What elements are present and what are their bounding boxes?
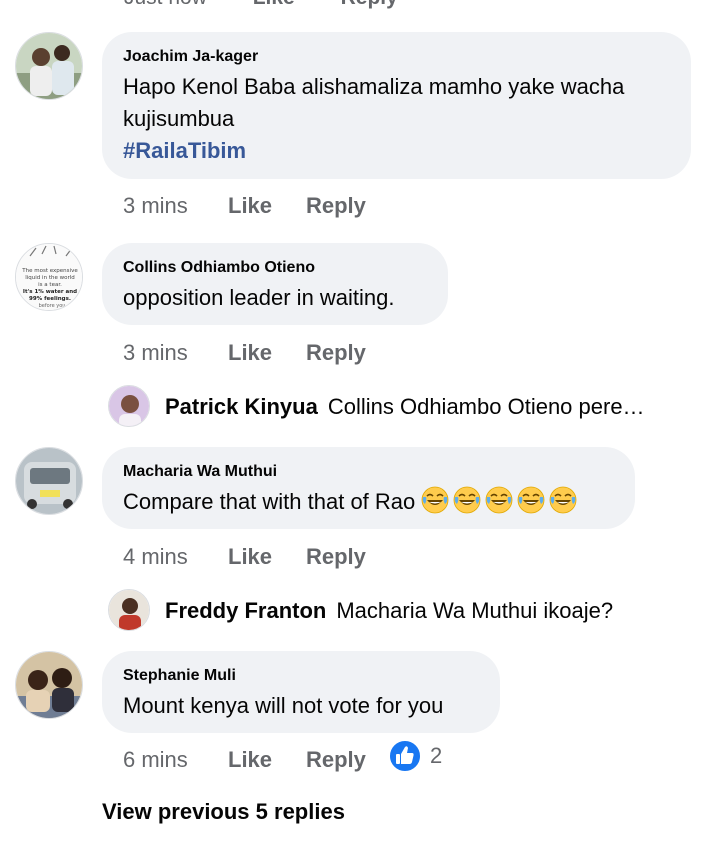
comment-author[interactable]: Collins Odhiambo Otieno: [123, 258, 426, 278]
reply-button[interactable]: Reply: [306, 544, 366, 569]
hashtag-link[interactable]: #RailaTibim: [123, 135, 669, 167]
comment-actions: 3 mins Like Reply: [123, 340, 366, 366]
comment-actions: 6 mins Like Reply: [123, 747, 366, 773]
reply-author[interactable]: Freddy Franton: [165, 598, 326, 623]
reply-preview-line: Freddy Franton Macharia Wa Muthui ikoaje?: [165, 598, 613, 624]
svg-text:is a tear.: is a tear.: [38, 282, 62, 288]
previous-reply-button[interactable]: Reply: [341, 0, 398, 9]
like-button[interactable]: Like: [228, 193, 306, 219]
laughing-emoji-icon: [549, 486, 577, 514]
comment-actions: 3 mins Like Reply: [123, 193, 366, 219]
svg-text:The most expensive: The most expensive: [21, 268, 78, 274]
svg-text:before you: before you: [39, 303, 66, 309]
reply-preview-line: Patrick Kinyua Collins Odhiambo Otieno pe…: [165, 394, 645, 420]
reply-button[interactable]: Reply: [306, 747, 366, 772]
laughing-emoji-icon: [453, 486, 481, 514]
like-button[interactable]: Like: [228, 544, 306, 570]
like-thumb-icon: [388, 739, 422, 773]
avatar-macharia[interactable]: [15, 447, 83, 515]
reaction-summary[interactable]: 2: [388, 739, 442, 778]
reply-button[interactable]: Reply: [306, 340, 366, 365]
reaction-count: 2: [430, 743, 443, 768]
avatar-collins[interactable]: The most expensive liquid in the world i…: [15, 243, 83, 311]
previous-comment-meta: Just now Like Reply: [124, 0, 438, 10]
previous-time: Just now: [124, 0, 207, 9]
reply-button[interactable]: Reply: [306, 193, 366, 218]
comment-text: Mount kenya will not vote for you: [123, 693, 444, 718]
comment-bubble: Stephanie Muli Mount kenya will not vote…: [102, 651, 500, 733]
comment-bubble: Macharia Wa Muthui Compare that with tha…: [102, 447, 635, 529]
comment-text: opposition leader in waiting.: [123, 285, 395, 310]
comment-author[interactable]: Macharia Wa Muthui: [123, 462, 613, 482]
avatar-patrick[interactable]: [108, 385, 150, 427]
comment-bubble: Collins Odhiambo Otieno opposition leade…: [102, 243, 448, 325]
view-previous-replies-link[interactable]: View previous 5 replies: [102, 799, 345, 825]
comment-text: Compare that with that of Rao: [123, 489, 416, 514]
avatar-freddy[interactable]: [108, 589, 150, 631]
previous-like-button[interactable]: Like: [253, 0, 295, 9]
comment-text-row: Compare that with that of Rao: [123, 486, 613, 518]
comment-time[interactable]: 4 mins: [123, 544, 228, 570]
svg-text:99% feelings.: 99% feelings.: [29, 296, 71, 302]
svg-text:liquid in the world: liquid in the world: [25, 275, 74, 281]
laughing-emoji-icon: [421, 486, 449, 514]
comment-author[interactable]: Joachim Ja-kager: [123, 47, 669, 67]
comment-actions: 4 mins Like Reply: [123, 544, 366, 570]
comment-time[interactable]: 6 mins: [123, 747, 228, 773]
comment-author[interactable]: Stephanie Muli: [123, 666, 478, 686]
emoji-row: [421, 486, 581, 514]
comment-text: Hapo Kenol Baba alishamaliza mamho yake …: [123, 74, 625, 131]
reply-author[interactable]: Patrick Kinyua: [165, 394, 318, 419]
avatar-joachim[interactable]: [15, 32, 83, 100]
like-button[interactable]: Like: [228, 340, 306, 366]
svg-text:It's 1% water and: It's 1% water and: [23, 289, 77, 295]
laughing-emoji-icon: [517, 486, 545, 514]
comment-time[interactable]: 3 mins: [123, 340, 228, 366]
like-button[interactable]: Like: [228, 747, 306, 773]
comment-bubble: Joachim Ja-kager Hapo Kenol Baba alisham…: [102, 32, 691, 179]
laughing-emoji-icon: [485, 486, 513, 514]
reply-text: Collins Odhiambo Otieno pere…: [327, 394, 645, 419]
comment-time[interactable]: 3 mins: [123, 193, 228, 219]
reply-text: Macharia Wa Muthui ikoaje?: [336, 598, 614, 623]
avatar-stephanie[interactable]: [15, 651, 83, 719]
